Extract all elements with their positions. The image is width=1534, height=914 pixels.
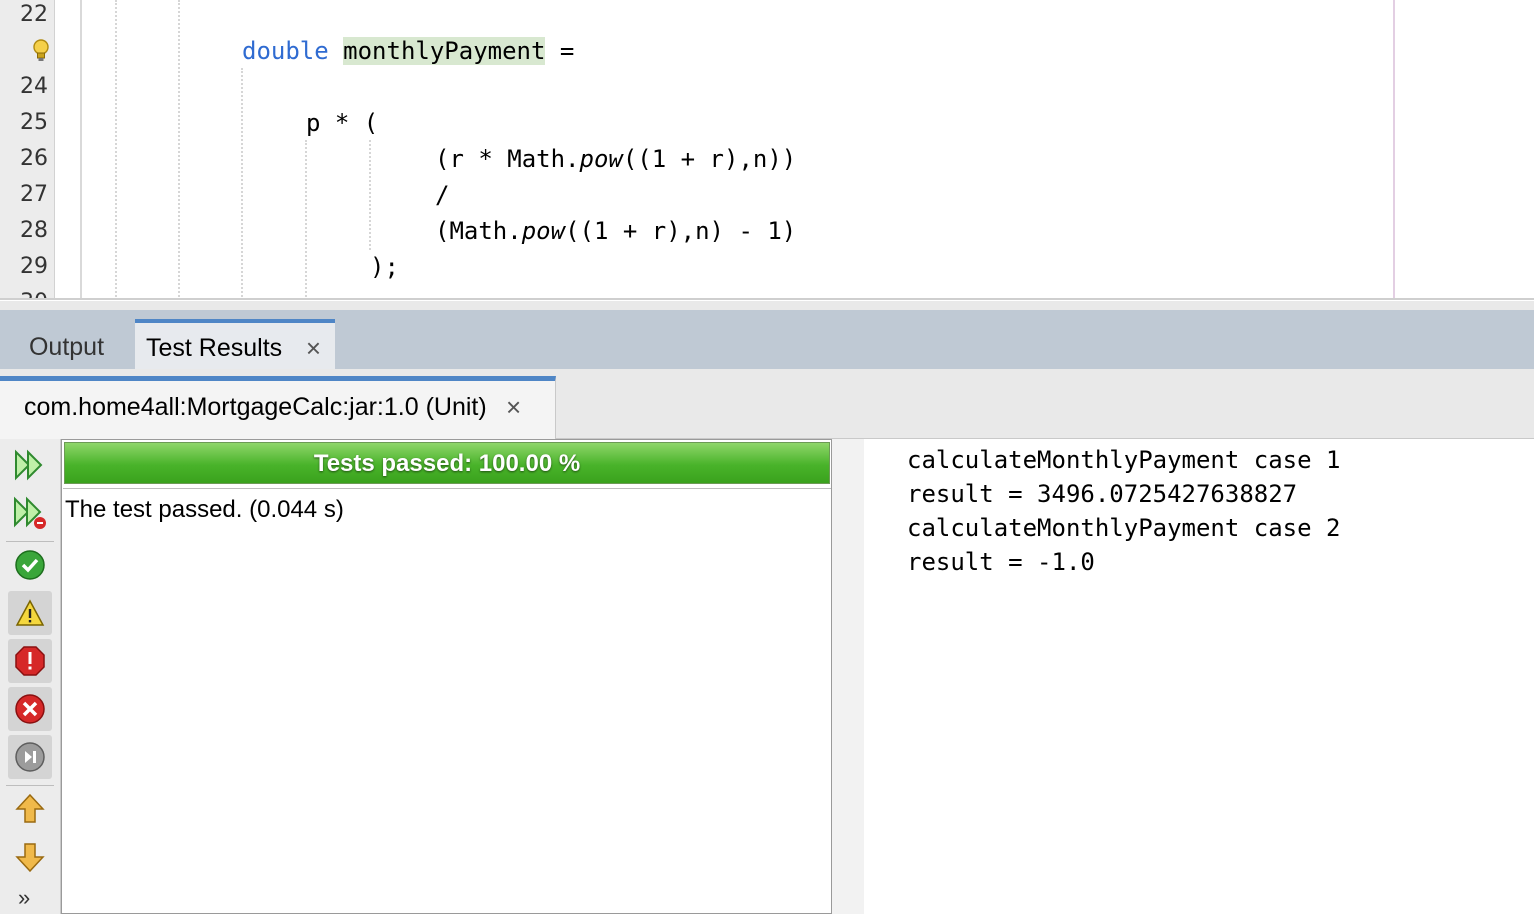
code-text: (r * Math. (435, 145, 580, 173)
arrow-up-icon (15, 793, 45, 823)
code-text: ((1 + r),n) - 1) (565, 217, 797, 245)
more-tools-chevron-icon[interactable]: » (18, 885, 30, 911)
indent-guide (178, 0, 180, 300)
indent-guide (241, 68, 243, 300)
lightbulb-hint-icon[interactable] (31, 38, 51, 64)
show-failures-toggle[interactable] (8, 687, 52, 731)
rerun-failed-button[interactable] (8, 491, 52, 535)
code-text: = (545, 37, 575, 65)
code-text: ((1 + r),n)) (622, 145, 797, 173)
line-number: 27 (20, 182, 48, 207)
passed-check-icon (15, 550, 45, 580)
show-passed-toggle[interactable] (8, 543, 52, 587)
skipped-icon (15, 742, 45, 772)
code-editor[interactable]: 22 24 25 26 27 28 29 30 double monthlyPa… (0, 0, 1534, 300)
test-output-console[interactable]: calculateMonthlyPayment case 1 result = … (864, 439, 1534, 914)
tab-test-session[interactable]: com.home4all:MortgageCalc:jar:1.0 (Unit)… (0, 376, 556, 439)
editor-divider[interactable] (0, 298, 1534, 300)
indent-guide (369, 140, 371, 250)
code-line: ); (370, 253, 399, 281)
error-icon (15, 646, 45, 676)
close-icon[interactable]: × (306, 323, 321, 373)
show-errors-toggle[interactable] (8, 639, 52, 683)
console-line: result = 3496.0725427638827 (907, 480, 1298, 508)
right-margin-line (1393, 0, 1395, 300)
rerun-button[interactable] (8, 443, 52, 487)
indent-guide (115, 0, 117, 300)
line-number: 22 (20, 2, 48, 27)
line-number: 25 (20, 110, 48, 135)
line-number: 29 (20, 254, 48, 279)
code-line: double monthlyPayment = (242, 36, 574, 72)
arrow-down-icon (15, 843, 45, 873)
tab-output-label: Output (28, 333, 105, 361)
test-results-panel: Tests passed: 100.00 % The test passed. … (61, 439, 832, 914)
warning-icon (15, 599, 45, 626)
code-text: (Math. (435, 217, 522, 245)
fold-margin (80, 0, 82, 300)
code-method: pow (579, 145, 623, 173)
bottom-window-tabs: Output Test Results × (0, 301, 1534, 378)
toolbar-separator (6, 541, 54, 542)
rerun-icon (15, 449, 43, 481)
indent-guide (305, 140, 307, 300)
show-warnings-toggle[interactable] (8, 591, 52, 635)
test-progress-bar: Tests passed: 100.00 % (64, 442, 830, 484)
line-number: 24 (20, 74, 48, 99)
panel-splitter[interactable] (832, 439, 864, 914)
test-progress-label: Tests passed: 100.00 % (313, 450, 581, 477)
previous-failure-button[interactable] (8, 787, 52, 831)
tab-test-session-label: com.home4all:MortgageCalc:jar:1.0 (Unit) (24, 393, 487, 421)
close-icon[interactable]: × (506, 381, 521, 433)
toolbar-separator (6, 785, 54, 786)
code-method: pow (521, 217, 566, 245)
code-line: / (435, 181, 450, 209)
highlighted-identifier: monthlyPayment (343, 37, 546, 65)
show-skipped-toggle[interactable] (8, 735, 52, 779)
rerun-failed-icon (14, 496, 46, 529)
line-number: 28 (20, 218, 48, 243)
console-line: calculateMonthlyPayment case 2 (907, 514, 1341, 542)
gutter-divider (54, 0, 55, 300)
tab-test-results-label: Test Results (146, 334, 283, 362)
line-number: 26 (20, 146, 48, 171)
console-line: calculateMonthlyPayment case 1 (907, 446, 1341, 474)
failure-x-icon (15, 694, 45, 724)
test-session-tabs: com.home4all:MortgageCalc:jar:1.0 (Unit)… (0, 369, 1534, 439)
next-failure-button[interactable] (8, 835, 52, 879)
code-keyword: double (242, 37, 329, 65)
test-results-toolbar: » (0, 439, 61, 914)
code-line: (Math.pow((1 + r),n) - 1) (435, 216, 796, 252)
code-line: p * ( (306, 109, 379, 137)
code-line: (r * Math.pow((1 + r),n)) (435, 144, 796, 180)
console-line: result = -1.0 (907, 548, 1095, 576)
tree-item[interactable]: The test passed. (0.044 s) (65, 493, 344, 527)
test-results-tree[interactable]: The test passed. (0.044 s) (63, 488, 831, 914)
